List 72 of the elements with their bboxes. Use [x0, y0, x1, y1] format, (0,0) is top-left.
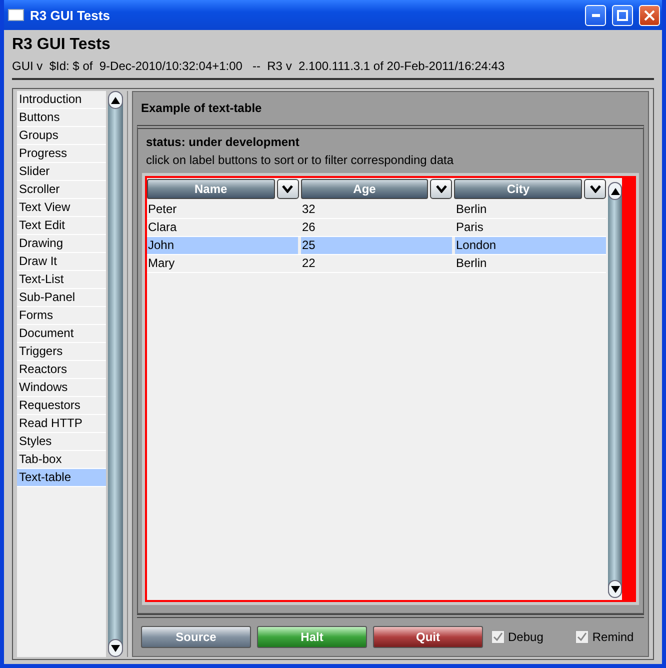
list-item[interactable]: Buttons	[17, 109, 106, 127]
maximize-button[interactable]	[612, 4, 633, 26]
down-arrow-icon	[111, 644, 120, 652]
maximize-icon	[617, 10, 628, 20]
list-item[interactable]: Groups	[17, 127, 106, 145]
table-cell[interactable]: 26	[301, 219, 452, 236]
table-cell[interactable]: Peter	[147, 201, 298, 218]
app-title: R3 GUI Tests	[12, 35, 112, 54]
table-cell[interactable]: 32	[301, 201, 452, 218]
list-item[interactable]: Slider	[17, 163, 106, 181]
scrollbar[interactable]	[608, 182, 622, 598]
column-header-button[interactable]: City	[454, 179, 582, 199]
action-button[interactable]: Quit	[373, 626, 483, 648]
column-filter-button[interactable]	[430, 179, 452, 199]
list-item[interactable]: Windows	[17, 379, 106, 397]
table-cell[interactable]: Mary	[147, 255, 298, 272]
status-text: status: under development	[145, 134, 300, 151]
scroll-down-button[interactable]	[108, 639, 123, 657]
down-arrow-icon	[610, 586, 620, 592]
list-item[interactable]: Text-table	[17, 469, 106, 487]
list-item[interactable]: Forms	[17, 307, 106, 325]
checkbox-label: Debug	[508, 630, 544, 644]
list-item[interactable]: Triggers	[17, 343, 106, 361]
list-item[interactable]: Progress	[17, 145, 106, 163]
window-title: R3 GUI Tests	[30, 8, 111, 22]
list-item[interactable]: Scroller	[17, 181, 106, 199]
scrollbar[interactable]	[108, 91, 123, 657]
table-cell[interactable]: London	[455, 237, 606, 254]
table-cell[interactable]: 25	[301, 237, 452, 254]
checkbox[interactable]	[575, 630, 590, 644]
checkbox[interactable]	[491, 630, 505, 644]
scroll-up-button[interactable]	[108, 91, 123, 109]
caret-icon	[282, 185, 294, 193]
list-item[interactable]: Text View	[17, 199, 106, 217]
minimize-button[interactable]	[585, 4, 606, 26]
list-item[interactable]: Introduction	[17, 91, 106, 109]
window-icon	[8, 9, 24, 21]
list-item[interactable]: Document	[17, 325, 106, 343]
list-item[interactable]: Read HTTP	[17, 415, 106, 433]
hint-text: click on label buttons to sort or to filter corresponding data	[145, 152, 454, 169]
table-cell[interactable]: John	[147, 237, 298, 254]
table-cell[interactable]: Berlin	[455, 255, 606, 272]
minimize-icon	[592, 14, 600, 16]
list-item[interactable]: Styles	[17, 433, 106, 451]
table-cell[interactable]: Paris	[455, 219, 606, 236]
check-icon	[493, 632, 503, 642]
caret-icon	[436, 185, 447, 193]
version-info: GUI v $Id: $ of 9-Dec-2010/10:32:04+1:00 -- R3 v 2.100.111.3.1 of 20-Feb-2011/16:24:43	[12, 54, 654, 80]
list-item[interactable]: Text Edit	[17, 217, 106, 235]
column-header-button[interactable]: Age	[300, 179, 428, 199]
caret-icon	[590, 185, 601, 193]
column-filter-button[interactable]	[276, 179, 299, 199]
close-icon	[644, 10, 655, 20]
list-item[interactable]: Drawing	[17, 235, 106, 253]
column-filter-button[interactable]	[584, 179, 606, 199]
column-header-button[interactable]: Name	[147, 179, 275, 199]
panel-title: Example of text-table	[140, 100, 263, 117]
list-item[interactable]: Reactors	[17, 361, 106, 379]
list-item[interactable]: Sub-Panel	[17, 289, 106, 307]
list-item[interactable]: Draw It	[17, 253, 106, 271]
list-item[interactable]: Requestors	[17, 397, 106, 415]
checkbox-label: Remind	[592, 630, 634, 644]
check-icon	[577, 632, 588, 642]
table-cell[interactable]: Berlin	[455, 201, 606, 218]
up-arrow-icon	[610, 188, 620, 194]
list-item[interactable]: Text-List	[17, 271, 106, 289]
scroll-up-button[interactable]	[608, 182, 622, 200]
close-button[interactable]	[639, 4, 660, 26]
table-cell[interactable]: Clara	[147, 219, 298, 236]
up-arrow-icon	[111, 96, 120, 104]
scroll-down-button[interactable]	[608, 580, 622, 598]
table-cell[interactable]: 22	[301, 255, 452, 272]
